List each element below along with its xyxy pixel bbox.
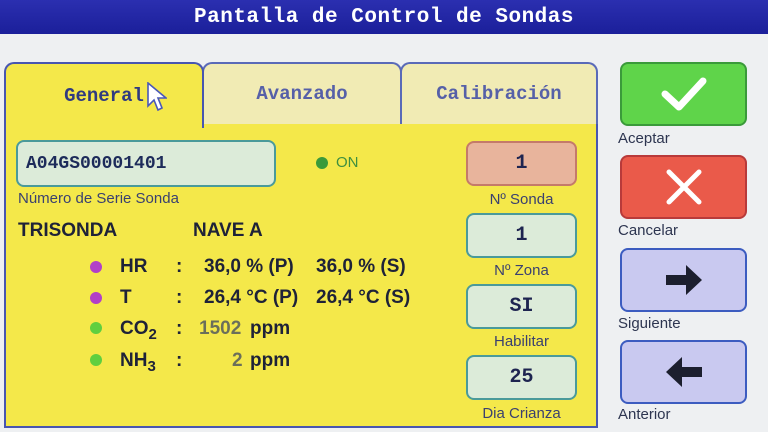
tab-calibracion[interactable]: Calibración xyxy=(400,62,598,124)
breeding-day-label: Dia Crianza xyxy=(482,405,561,422)
tab-general[interactable]: General xyxy=(4,62,204,128)
check-icon xyxy=(661,77,706,111)
reading-value-p: 26,4 °C (P) xyxy=(204,287,299,308)
reading-value-s: 36,0 % (S) xyxy=(316,256,406,277)
reading-sep: : xyxy=(176,256,183,277)
tab-avanzado[interactable]: Avanzado xyxy=(202,62,402,124)
cancel-button[interactable] xyxy=(620,155,747,219)
tab-calibracion-label: Calibración xyxy=(436,83,562,105)
status-dot-icon xyxy=(316,157,328,169)
close-icon xyxy=(666,169,701,205)
breeding-day-field[interactable]: 25 xyxy=(466,355,577,400)
accept-button[interactable] xyxy=(620,62,747,126)
reading-unit: ppm xyxy=(250,318,291,339)
device-location: NAVE A xyxy=(193,220,263,241)
window-title: Pantalla de Control de Sondas xyxy=(0,0,768,34)
status-text: ON xyxy=(336,154,359,171)
arrow-left-icon xyxy=(665,357,702,387)
serial-number-field[interactable]: A04GS00001401 xyxy=(16,140,276,187)
reading-value: 1502 xyxy=(199,318,242,339)
mouse-cursor-icon xyxy=(147,82,167,112)
serial-number-value: A04GS00001401 xyxy=(26,153,167,174)
reading-name: HR xyxy=(120,256,148,277)
reading-dot-icon xyxy=(90,261,102,273)
enable-field[interactable]: SI xyxy=(466,284,577,329)
accept-label: Aceptar xyxy=(618,130,670,147)
reading-name: T xyxy=(120,287,132,308)
tab-general-label: General xyxy=(64,85,144,107)
reading-value-s: 26,4 °C (S) xyxy=(316,287,411,308)
tab-avanzado-label: Avanzado xyxy=(256,83,348,105)
next-button[interactable] xyxy=(620,248,747,312)
previous-button[interactable] xyxy=(620,340,747,404)
device-type: TRISONDA xyxy=(18,220,118,241)
reading-name: NH3 xyxy=(120,350,156,375)
zone-number-field[interactable]: 1 xyxy=(466,213,577,258)
serial-number-label: Número de Serie Sonda xyxy=(18,190,179,207)
reading-dot-icon xyxy=(90,292,102,304)
probe-number-field[interactable]: 1 xyxy=(466,141,577,186)
arrow-right-icon xyxy=(665,265,702,295)
reading-name: CO2 xyxy=(120,318,157,343)
next-label: Siguiente xyxy=(618,315,681,332)
reading-unit: ppm xyxy=(250,350,291,371)
probe-number-label: Nº Sonda xyxy=(489,191,554,208)
previous-label: Anterior xyxy=(618,406,671,423)
cancel-label: Cancelar xyxy=(618,222,679,239)
reading-value: 2 xyxy=(232,350,243,371)
reading-sep: : xyxy=(176,350,183,371)
reading-sep: : xyxy=(176,318,183,339)
reading-dot-icon xyxy=(90,322,102,334)
zone-number-label: Nº Zona xyxy=(494,262,549,279)
reading-value-p: 36,0 % (P) xyxy=(204,256,294,277)
enable-label: Habilitar xyxy=(493,333,550,350)
reading-dot-icon xyxy=(90,354,102,366)
reading-sep: : xyxy=(176,287,183,308)
